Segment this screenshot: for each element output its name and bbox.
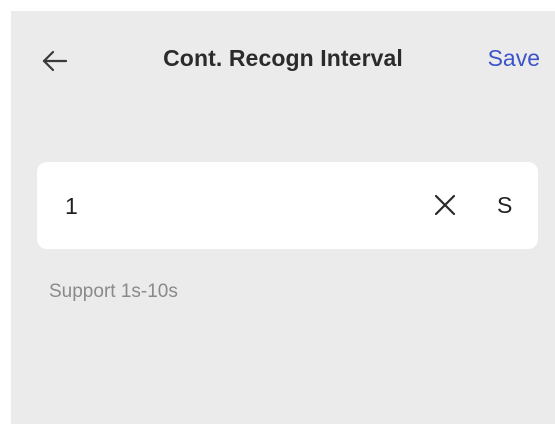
interval-input[interactable] xyxy=(65,189,405,223)
range-hint: Support 1s-10s xyxy=(49,281,178,302)
page-title: Cont. Recogn Interval xyxy=(163,45,403,71)
save-button[interactable]: Save xyxy=(488,45,540,72)
screen: Cont. Recogn Interval Save S Support 1s-… xyxy=(11,11,555,424)
header-bar: Cont. Recogn Interval Save xyxy=(11,11,555,107)
interval-input-card: S xyxy=(37,162,538,249)
clear-button[interactable] xyxy=(430,190,460,220)
unit-label: S xyxy=(497,192,513,218)
close-x-icon xyxy=(434,194,456,216)
